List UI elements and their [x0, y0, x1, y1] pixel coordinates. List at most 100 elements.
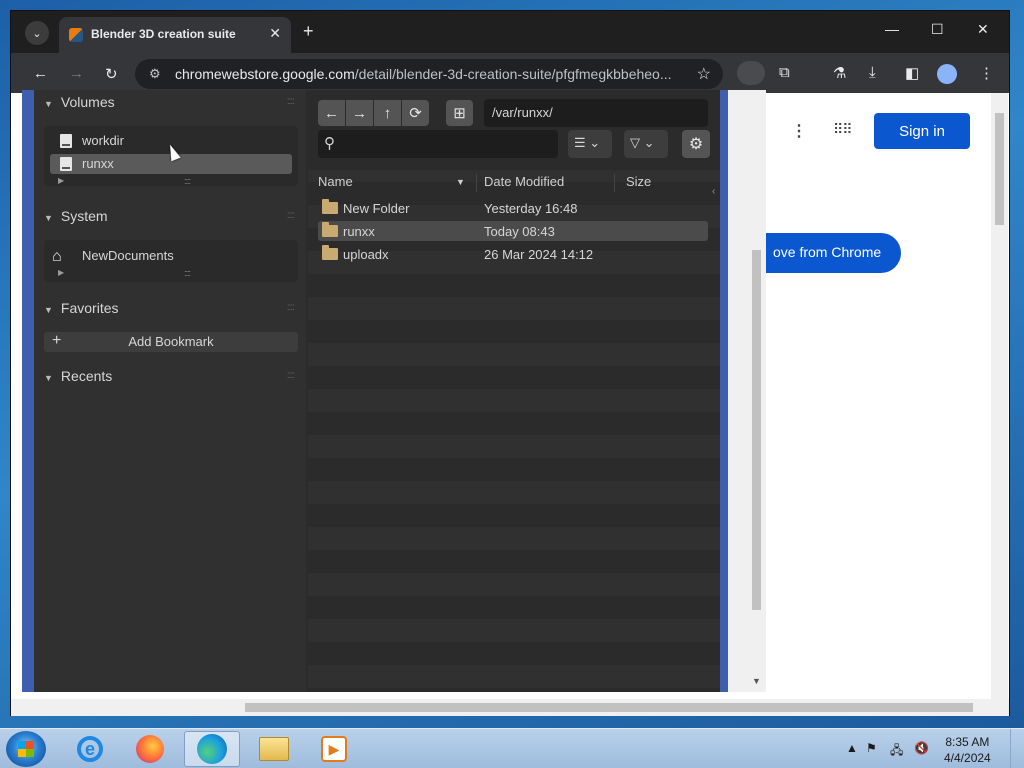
tab-title: Blender 3D creation suite	[91, 27, 236, 41]
bookmark-star-icon[interactable]: ☆	[697, 64, 711, 84]
chevron-down-icon: ⌄	[643, 135, 655, 150]
column-divider	[614, 174, 615, 192]
column-divider	[476, 174, 477, 192]
volume-muted-icon[interactable]: 🔇	[914, 741, 929, 755]
page-menu-icon[interactable]: ⋮	[791, 121, 807, 141]
blender-favicon-icon	[69, 28, 83, 42]
google-apps-icon[interactable]: ⠿⠿	[833, 121, 852, 138]
file-row[interactable]: New Folder Yesterday 16:48	[318, 198, 708, 218]
file-row[interactable]: uploadx 26 Mar 2024 14:12	[318, 244, 708, 264]
list-resize-grip-icon[interactable]: ::::	[184, 268, 191, 278]
page-vertical-scrollbar[interactable]	[991, 93, 1008, 699]
tab-close-icon[interactable]: ✕	[269, 25, 281, 42]
maximize-button[interactable]: ☐	[931, 21, 944, 38]
browser-toolbar: ← → ↻ ⚙ chromewebstore.google.com/detail…	[11, 53, 1009, 93]
system-newdocuments[interactable]: NewDocuments	[50, 246, 292, 266]
internet-explorer-icon: e	[77, 736, 103, 762]
browser-tab[interactable]: Blender 3D creation suite ✕	[59, 17, 291, 53]
drive-icon	[60, 157, 72, 171]
blender-file-browser: ▼ Volumes :::: workdir runxx ▶ :::: ▼ Syst…	[22, 90, 766, 692]
taskbar-firefox[interactable]	[122, 731, 178, 767]
list-expand-icon[interactable]: ▶	[58, 176, 64, 185]
chrome-menu-icon[interactable]: ⋮	[979, 64, 994, 82]
search-icon: ⚲	[324, 135, 335, 152]
start-button[interactable]	[6, 731, 46, 767]
column-date-header[interactable]: Date Modified	[484, 174, 564, 189]
blender-extension-icon[interactable]	[737, 61, 765, 85]
clock-time: 8:35 AM	[945, 735, 990, 749]
taskbar-edge[interactable]	[184, 731, 240, 767]
profile-avatar-icon[interactable]	[937, 64, 957, 84]
system-clock[interactable]: 8:35 AM 4/4/2024	[944, 734, 991, 766]
file-browser-header: ← → ↑ ⟳ ⊞ /var/runxx/ ⚲ ☰ ⌄ ▽ ⌄ ⚙ Name ▼…	[308, 90, 720, 192]
blender-window-edge	[22, 90, 34, 692]
column-name-header[interactable]: Name	[318, 174, 353, 189]
clock-date: 4/4/2024	[944, 751, 991, 765]
refresh-icon[interactable]: ⟳	[402, 100, 429, 126]
site-info-icon[interactable]: ⚙	[149, 66, 161, 82]
network-icon[interactable]: 🖧	[890, 741, 903, 762]
chevron-down-icon: ⌄	[589, 135, 601, 150]
back-arrow-icon[interactable]: ←	[33, 65, 48, 82]
taskbar-internet-explorer[interactable]: e	[62, 731, 118, 767]
folder-icon	[322, 245, 338, 260]
action-center-flag-icon[interactable]: ⚑	[866, 741, 877, 755]
reload-icon[interactable]: ↻	[105, 65, 118, 83]
sign-in-button[interactable]: Sign in	[874, 113, 970, 149]
sort-direction-icon[interactable]: ▼	[456, 177, 465, 187]
filter-search-input[interactable]: ⚲	[318, 130, 558, 158]
edge-icon	[197, 734, 227, 764]
blender-vertical-scrollbar[interactable]: ▼	[728, 90, 766, 692]
system-list: ⌂ NewDocuments ▶ ::::	[44, 240, 298, 282]
side-panel-icon[interactable]: ◧	[905, 64, 919, 82]
list-resize-grip-icon[interactable]: ::::	[184, 176, 191, 186]
minimize-button[interactable]: —	[885, 21, 899, 37]
display-mode-dropdown[interactable]: ☰ ⌄	[568, 130, 612, 158]
tray-expand-icon[interactable]: ▲	[846, 741, 858, 755]
filter-dropdown[interactable]: ▽ ⌄	[624, 130, 668, 158]
column-size-header[interactable]: Size	[626, 174, 651, 189]
tab-strip: ⌄ Blender 3D creation suite ✕ + — ☐ ✕	[11, 11, 1009, 53]
panel-grip-icon[interactable]: ::::	[287, 96, 295, 107]
tab-search-chevron-icon[interactable]: ⌄	[25, 21, 49, 45]
folder-icon	[322, 199, 338, 214]
extensions-puzzle-icon[interactable]: ⧉	[779, 64, 790, 81]
file-row[interactable]: runxx Today 08:43	[318, 221, 708, 241]
firefox-icon	[136, 735, 164, 763]
new-folder-icon[interactable]: ⊞	[446, 100, 473, 126]
show-desktop-button[interactable]	[1010, 729, 1024, 768]
download-icon[interactable]: ⤓	[869, 64, 876, 81]
funnel-icon: ▽	[630, 135, 640, 150]
taskbar: e ▶ ▲ ⚑ 🖧 🔇 8:35 AM 4/4/2024	[0, 728, 1024, 768]
url-text: chromewebstore.google.com/detail/blender…	[175, 66, 672, 82]
labs-flask-icon[interactable]: ⚗	[833, 64, 846, 82]
parent-directory-icon[interactable]: ↑	[374, 100, 401, 126]
settings-gear-icon[interactable]: ⚙	[682, 130, 710, 158]
new-tab-button[interactable]: +	[303, 21, 314, 42]
close-window-button[interactable]: ✕	[977, 21, 989, 38]
panel-grip-icon[interactable]: ::::	[287, 210, 295, 221]
forward-arrow-icon[interactable]: →	[69, 65, 84, 82]
panel-grip-icon[interactable]: ::::	[287, 302, 295, 313]
folder-icon	[322, 222, 338, 237]
panel-grip-icon[interactable]: ::::	[287, 370, 295, 381]
drive-icon	[60, 134, 72, 148]
taskbar-file-explorer[interactable]	[246, 731, 302, 767]
address-bar[interactable]: ⚙ chromewebstore.google.com/detail/blend…	[135, 59, 723, 89]
add-bookmark-button[interactable]: + Add Bookmark	[44, 332, 298, 352]
taskbar-media-player[interactable]: ▶	[306, 731, 362, 767]
file-browser-sidebar: ▼ Volumes :::: workdir runxx ▶ :::: ▼ Syst…	[34, 90, 306, 692]
media-player-icon: ▶	[321, 736, 347, 762]
list-expand-icon[interactable]: ▶	[58, 268, 64, 277]
scroll-down-arrow-icon[interactable]: ▼	[752, 676, 761, 686]
directory-path-input[interactable]: /var/runxx/	[484, 99, 708, 127]
back-arrow-icon[interactable]: ←	[318, 100, 345, 126]
recents-panel-header[interactable]: ▼ Recents	[44, 368, 112, 384]
favorites-panel-header[interactable]: ▼ Favorites	[44, 300, 119, 316]
plus-icon: +	[52, 332, 62, 349]
system-panel-header[interactable]: ▼ System	[44, 208, 108, 224]
page-horizontal-scrollbar[interactable]	[11, 699, 1009, 716]
collapse-region-icon[interactable]: ‹	[712, 186, 715, 197]
forward-arrow-icon[interactable]: →	[346, 100, 373, 126]
volumes-panel-header[interactable]: ▼ Volumes	[44, 94, 115, 110]
